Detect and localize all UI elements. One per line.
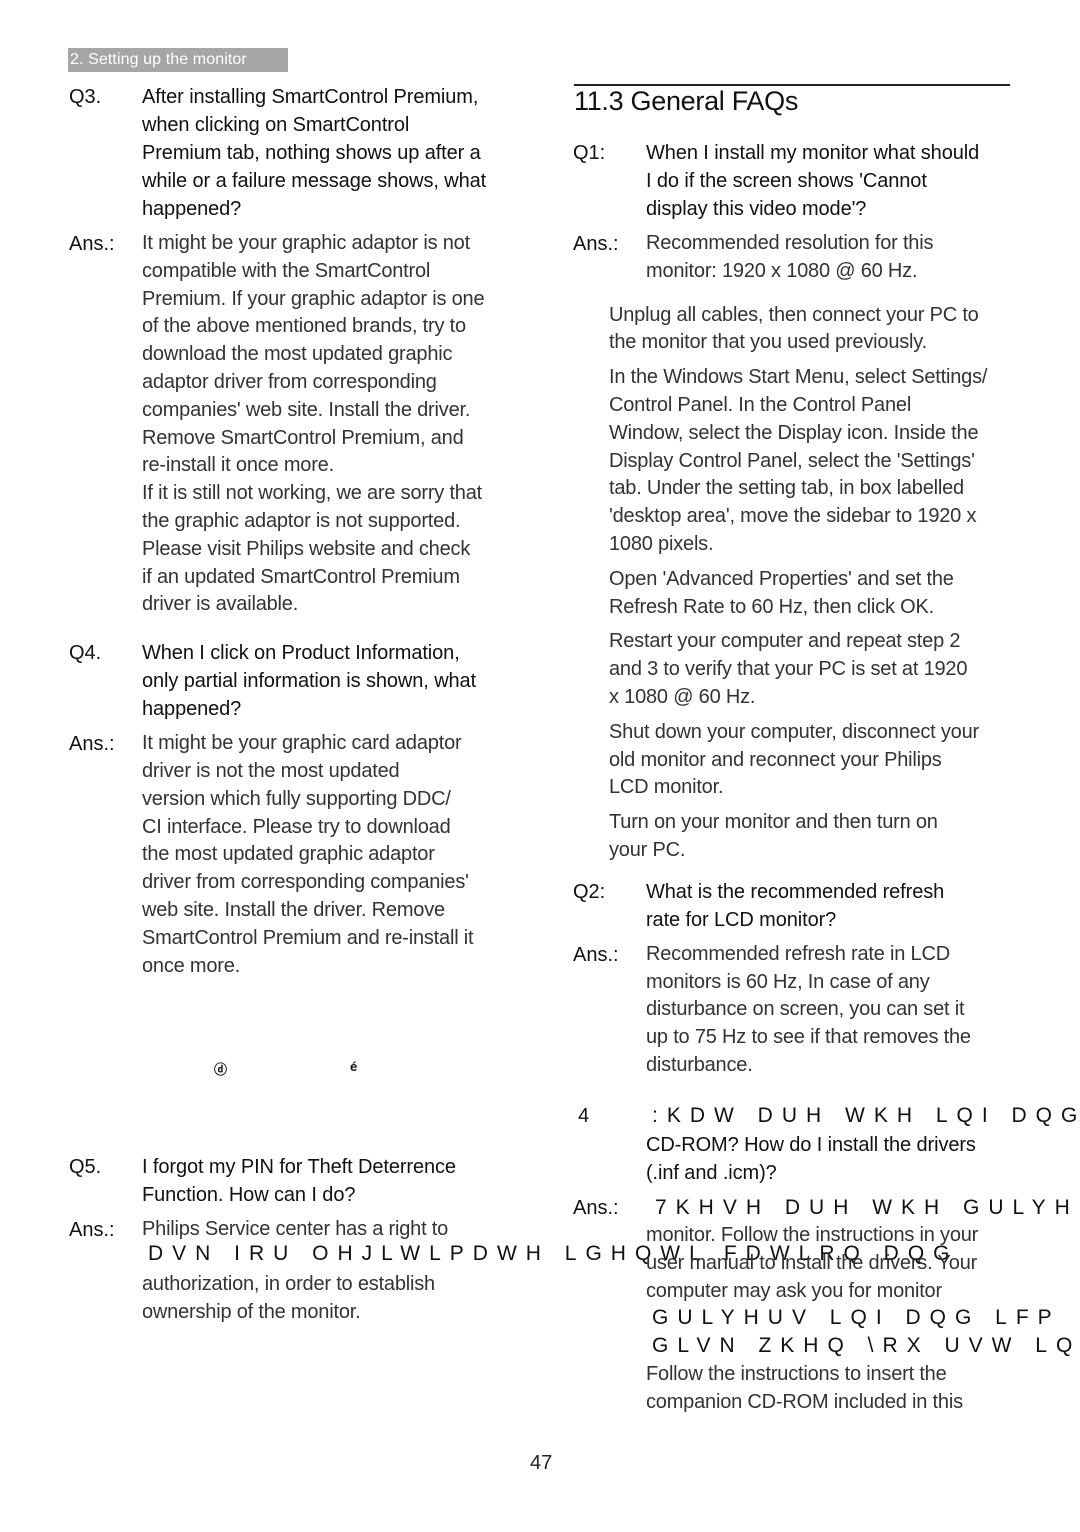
answer-text-continued: Follow the instructions to insert the co… [646, 1363, 963, 1413]
section-tag: 2. Setting up the monitor [68, 48, 288, 72]
step-item: Restart your computer and repeat step 2 … [609, 630, 968, 708]
question-label: Q3. [69, 86, 102, 108]
question-text: What is the recommended refresh rate for… [646, 880, 945, 931]
step-item: Open 'Advanced Properties' and set the R… [609, 567, 954, 618]
question-text: When I click on Product Information, onl… [142, 642, 477, 721]
step-item: Turn on your monitor and then turn on yo… [609, 811, 938, 861]
garbled-answer-text: GLVN ZKHQ \RX UVW LQV [652, 1334, 1080, 1357]
faq-q3: Q3. After installing SmartControl Premiu… [69, 83, 529, 619]
answer-label: Ans.: [69, 1219, 115, 1241]
section-heading: 11.3 General FAQs [574, 86, 799, 116]
answer-label: Ans.: [573, 1197, 619, 1219]
left-column: Q3. After installing SmartControl Premiu… [69, 83, 529, 980]
step-item: In the Windows Start Menu, select Settin… [609, 366, 988, 555]
answer-text: It might be your graphic adaptor is not … [142, 232, 485, 616]
question-label: Q2: [573, 880, 606, 903]
steps-list: Unplug all cables, then connect your PC … [609, 302, 1053, 865]
question-text: CD-ROM? How do I install the drivers (.i… [646, 1134, 976, 1184]
answer-label: Ans.: [69, 233, 115, 255]
answer-label: Ans.: [69, 733, 115, 756]
question-label: Q4. [69, 642, 102, 665]
garbled-answer-text: GULYHUV LQI DQG LFP [652, 1306, 1061, 1329]
answer-label: Ans.: [573, 233, 619, 255]
answer-text-continued: authorization, in order to establish own… [142, 1273, 435, 1323]
question-text: I forgot my PIN for Theft Deterrence Fun… [142, 1156, 456, 1206]
garbled-answer-text: 7KHVH DUH WKH GULYHU [655, 1196, 1080, 1219]
answer-label: Ans.: [573, 943, 619, 966]
step-item: Unplug all cables, then connect your PC … [609, 303, 979, 354]
faq-general-q1: Q1: When I install my monitor what shoul… [573, 139, 1053, 1080]
step-item: Shut down your computer, disconnect your… [609, 720, 979, 799]
faq-general-q2: Q2: What is the recommended refresh rate… [573, 878, 1053, 1080]
question-text: After installing SmartControl Premium, w… [142, 86, 487, 220]
question-text: When I install my monitor what should I … [646, 142, 980, 220]
question-label-garbled: 4 [578, 1105, 590, 1127]
answer-text: Philips Service center has a right to [142, 1218, 449, 1240]
answer-text: monitor. Follow the instructions in your… [646, 1224, 979, 1302]
answer-text: Recommended resolution for this monitor:… [646, 232, 934, 282]
question-label: Q1: [573, 142, 606, 164]
page-number: 47 [530, 1452, 553, 1474]
garbled-question-text: :KDW DUH WKH LQI DQG [652, 1104, 1080, 1127]
faq-q4: Q4. When I click on Product Information,… [69, 639, 529, 980]
answer-text: Recommended refresh rate in LCD monitors… [646, 942, 971, 1076]
question-label: Q5. [69, 1156, 102, 1178]
faq-q5: Q5. I forgot my PIN for Theft Deterrence… [69, 1153, 539, 1244]
answer-text: It might be your graphic card adaptor dr… [142, 732, 474, 977]
stray-glyph: ⓓ [214, 1062, 228, 1077]
stray-glyph: é [350, 1059, 358, 1074]
